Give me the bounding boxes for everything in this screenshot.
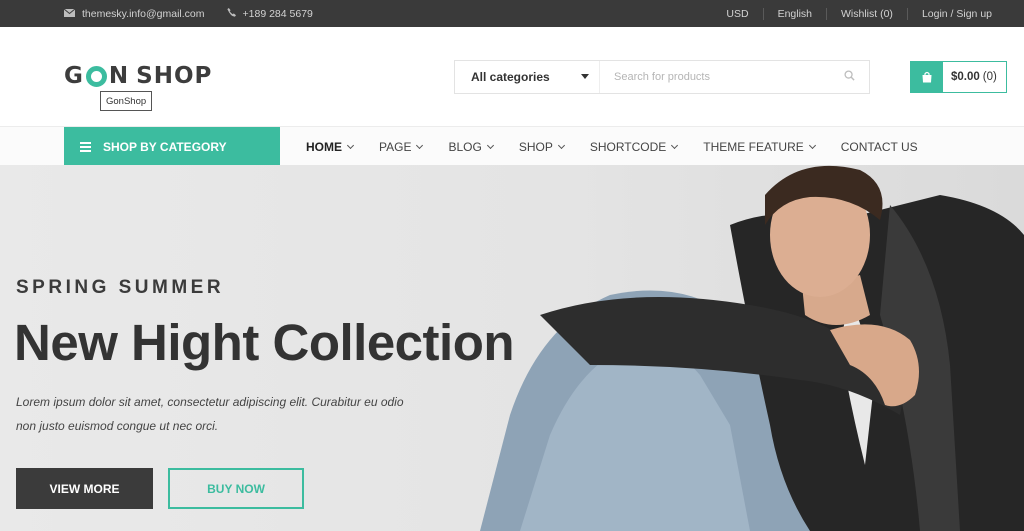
chevron-down-icon bbox=[346, 141, 355, 149]
view-more-button[interactable]: VIEW MORE bbox=[16, 468, 153, 509]
nav-menu: HOME PAGE BLOG SHOP SHORTCODE THEME FEAT… bbox=[306, 127, 944, 166]
hero-title: New Hight Collection bbox=[14, 314, 515, 371]
top-bar: themesky.info@gmail.com +189 284 5679 US… bbox=[0, 0, 1024, 27]
cart-total: $0.00 bbox=[951, 71, 980, 83]
logo-text-shop: SHOP bbox=[136, 63, 213, 89]
contact-email[interactable]: themesky.info@gmail.com bbox=[63, 7, 205, 20]
logo-tooltip: GonShop bbox=[100, 91, 153, 111]
logo-text-g: G bbox=[64, 63, 84, 89]
shop-by-category-button[interactable]: SHOP BY CATEGORY bbox=[64, 127, 280, 166]
shop-by-category-label: SHOP BY CATEGORY bbox=[103, 139, 227, 154]
contact-phone[interactable]: +189 284 5679 bbox=[226, 7, 313, 20]
category-select-value: All categories bbox=[471, 70, 550, 84]
buy-now-button[interactable]: BUY NOW bbox=[168, 468, 304, 509]
shopping-bag-icon bbox=[911, 62, 943, 92]
phone-text: +189 284 5679 bbox=[242, 7, 313, 20]
cart-summary: $0.00 (0) bbox=[943, 62, 1006, 92]
search-input[interactable] bbox=[600, 61, 829, 93]
cart-button[interactable]: $0.00 (0) bbox=[910, 61, 1007, 93]
product-search: All categories bbox=[454, 60, 870, 94]
nav-item-label: PAGE bbox=[379, 139, 412, 154]
search-icon bbox=[843, 68, 855, 86]
email-text: themesky.info@gmail.com bbox=[82, 7, 205, 20]
chevron-down-icon bbox=[416, 141, 424, 149]
nav-item-blog[interactable]: BLOG bbox=[448, 139, 494, 154]
menu-bars-icon bbox=[80, 141, 91, 152]
chevron-down-icon bbox=[808, 141, 816, 149]
caret-down-icon bbox=[581, 74, 589, 79]
nav-item-contact-us[interactable]: CONTACT US bbox=[841, 140, 918, 154]
nav-item-shop[interactable]: SHOP bbox=[518, 139, 565, 154]
hero-description: Lorem ipsum dolor sit amet, consectetur … bbox=[16, 395, 404, 433]
currency-switcher[interactable]: USD bbox=[712, 8, 762, 20]
nav-item-page[interactable]: PAGE bbox=[379, 139, 424, 154]
nav-item-label: CONTACT US bbox=[840, 139, 918, 154]
nav-item-label: SHORTCODE bbox=[589, 139, 667, 154]
nav-item-label: THEME FEATURE bbox=[703, 139, 804, 154]
chevron-down-icon bbox=[486, 141, 494, 149]
site-header: G N SHOP GonShop All categories $0.00 (0… bbox=[0, 27, 1024, 126]
nav-item-home[interactable]: HOME bbox=[306, 139, 355, 154]
language-switcher[interactable]: English bbox=[762, 7, 826, 20]
phone-icon bbox=[226, 7, 236, 20]
main-navigation: SHOP BY CATEGORY HOME PAGE BLOG SHOP SHO… bbox=[0, 126, 1024, 166]
logo-ring-icon bbox=[85, 65, 107, 87]
nav-item-shortcode[interactable]: SHORTCODE bbox=[589, 139, 679, 154]
cart-count: (0) bbox=[982, 71, 997, 83]
search-button[interactable] bbox=[829, 61, 869, 93]
site-logo[interactable]: G N SHOP bbox=[64, 63, 212, 89]
hero-banner: SPRING SUMMER New Hight Collection Lorem… bbox=[0, 165, 1024, 531]
envelope-icon bbox=[63, 8, 76, 20]
nav-item-label: BLOG bbox=[448, 139, 482, 154]
category-select[interactable]: All categories bbox=[455, 61, 600, 93]
logo-text-n: N bbox=[108, 63, 130, 89]
login-signup-link[interactable]: Login / Sign up bbox=[906, 7, 1006, 20]
hero-model-image bbox=[480, 165, 1024, 531]
nav-item-label: HOME bbox=[306, 139, 342, 154]
wishlist-link[interactable]: Wishlist (0) bbox=[826, 7, 907, 20]
hero-eyebrow: SPRING SUMMER bbox=[16, 277, 225, 298]
nav-item-theme-feature[interactable]: THEME FEATURE bbox=[703, 139, 816, 154]
chevron-down-icon bbox=[671, 141, 679, 149]
nav-item-label: SHOP bbox=[518, 139, 553, 154]
chevron-down-icon bbox=[557, 141, 565, 149]
